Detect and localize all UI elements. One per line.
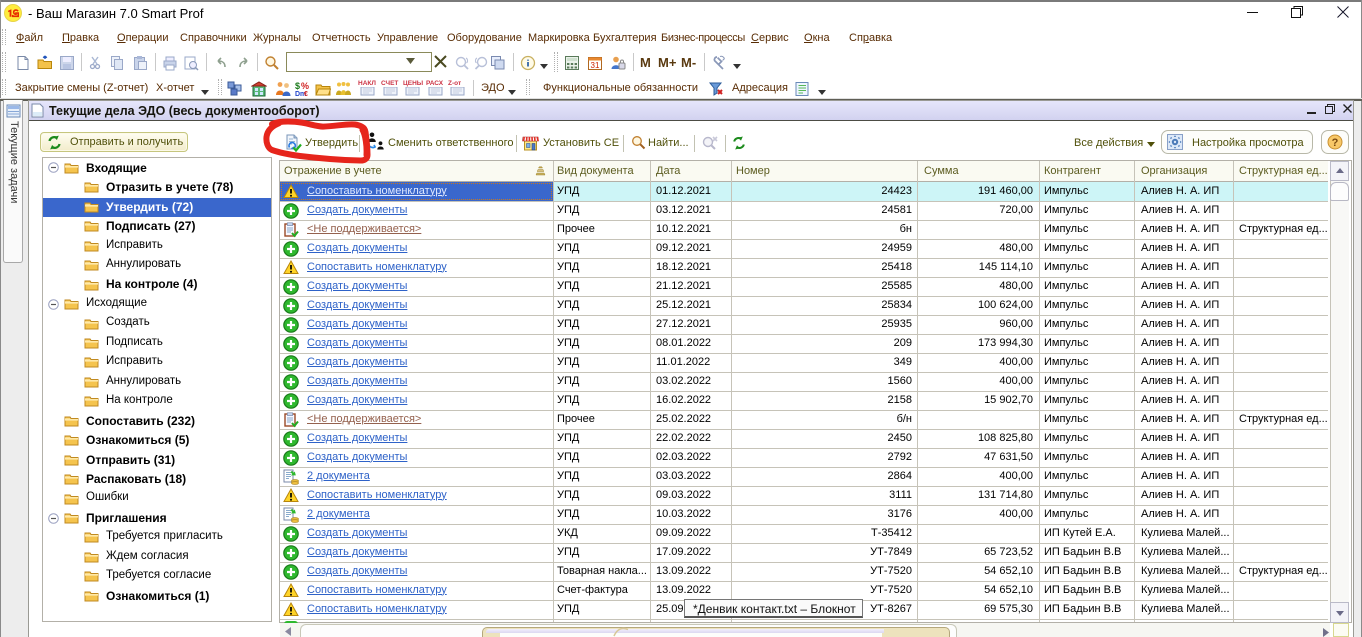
svg-text:31: 31 (591, 61, 600, 70)
svg-text:$: $ (295, 81, 300, 91)
svg-text:?: ? (1332, 137, 1339, 149)
svg-text:%: % (301, 81, 309, 91)
svg-text:€: € (304, 91, 308, 97)
